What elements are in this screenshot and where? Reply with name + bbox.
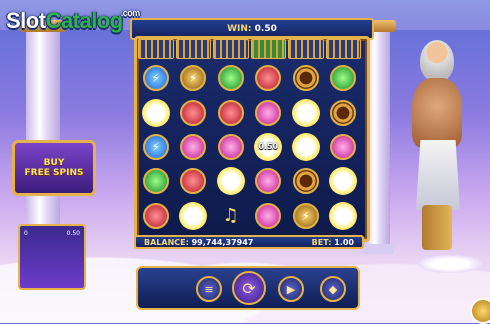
orb-gem-icon (216, 167, 245, 196)
cage-3 (213, 39, 249, 59)
zeus-body (412, 78, 462, 148)
orb-gem-icon (329, 167, 358, 196)
win-label: WIN: (227, 24, 252, 34)
orb-gem-icon (329, 201, 358, 230)
reel-cell (326, 96, 362, 128)
preview-amount: 0.50 (66, 230, 80, 237)
cage-4 (250, 39, 286, 59)
red-gem-icon (180, 168, 207, 195)
orb-gem-icon (141, 98, 170, 127)
bet-icon[interactable]: ◆ (320, 276, 346, 302)
autoplay-icon[interactable]: ▶ (278, 276, 304, 302)
bet-display: BET: 1.00 (311, 237, 354, 247)
red-gem-icon (142, 202, 169, 229)
zeus-head (420, 40, 454, 82)
green-gem-icon (330, 65, 357, 92)
light-gem-icon: ⚡ (292, 202, 319, 229)
reel-cell (138, 96, 174, 128)
pink-gem-icon (180, 133, 207, 160)
reel-grid: ⚡ ⚡ ⚡ 0.50 ♫ ⚡ (138, 62, 361, 232)
zeus-character (402, 40, 472, 260)
orb-gem-icon (179, 201, 208, 230)
blue-gem-icon: ⚡ (142, 65, 169, 92)
control-panel: ≡ ⟳ ▶ ◆ (136, 266, 360, 310)
reel-cell (213, 165, 249, 197)
orb-gem-icon (291, 132, 320, 161)
settings-icon[interactable]: ≡ (196, 276, 222, 302)
reel-cell (288, 165, 324, 197)
ring-gem-icon (292, 168, 319, 195)
cage-2 (175, 39, 211, 59)
reel-cell: ⚡ (288, 200, 324, 232)
pink-gem-icon (255, 168, 282, 195)
cloud-pedestal (418, 255, 482, 273)
reel-cell (251, 200, 287, 232)
reel-cell (213, 131, 249, 163)
reel-cell: ⚡ (138, 62, 174, 94)
reel-cell: 0.50 (251, 131, 287, 163)
corner-badge-icon[interactable] (470, 298, 490, 324)
reel-cell (138, 165, 174, 197)
reel-cell (176, 96, 212, 128)
cage-1 (138, 39, 174, 59)
reel-cell (251, 62, 287, 94)
reel-cell (251, 96, 287, 128)
reel-cell (251, 165, 287, 197)
reel-cell (326, 200, 362, 232)
cage-5 (288, 39, 324, 59)
reel-cell (326, 131, 362, 163)
reel-cell (213, 62, 249, 94)
reel-cell (213, 96, 249, 128)
green-gem-icon (142, 168, 169, 195)
reel-cell (138, 200, 174, 232)
orb-gem-icon (291, 98, 320, 127)
ring-gem-icon (292, 65, 319, 92)
free-spins-preview-panel: 0 0.50 (18, 224, 86, 290)
reel-cell: ⚡ (176, 62, 212, 94)
win-value: 0.50 (254, 24, 277, 34)
zeus-robe (416, 140, 460, 210)
orb-value-label: 0.50 (258, 142, 279, 152)
blue-gem-icon: ⚡ (142, 133, 169, 160)
balance-display: BALANCE: 99,744,37947 (144, 237, 254, 247)
pink-gem-icon (255, 99, 282, 126)
cage-row (138, 39, 361, 59)
reel-cell (288, 131, 324, 163)
reel-cell (176, 131, 212, 163)
zeus-legs (422, 205, 452, 250)
red-gem-icon (180, 99, 207, 126)
red-gem-icon (255, 65, 282, 92)
reel-cell (288, 96, 324, 128)
left-column (20, 20, 66, 254)
reel-cell (326, 165, 362, 197)
info-bar: BALANCE: 99,744,37947 BET: 1.00 (134, 235, 364, 249)
pink-gem-icon (330, 133, 357, 160)
reel-cell (176, 165, 212, 197)
spin-button[interactable]: ⟳ (232, 271, 266, 305)
reel-cell (326, 62, 362, 94)
harp-gem-icon: ♫ (222, 205, 239, 227)
watermark-logo: SlotCatalog.com (6, 8, 140, 33)
reel-cell: ⚡ (138, 131, 174, 163)
reel-cell (288, 62, 324, 94)
cage-6 (325, 39, 361, 59)
light-gem-icon: ⚡ (180, 65, 207, 92)
reel-cell: ♫ (213, 200, 249, 232)
red-gem-icon (217, 99, 244, 126)
buy-free-spins-button[interactable]: BUY FREE SPINS (12, 140, 96, 196)
pink-gem-icon (217, 133, 244, 160)
pink-gem-icon (255, 202, 282, 229)
preview-count: 0 (24, 230, 28, 237)
green-gem-icon (217, 65, 244, 92)
ring-gem-icon (330, 99, 357, 126)
reel-cell (176, 200, 212, 232)
